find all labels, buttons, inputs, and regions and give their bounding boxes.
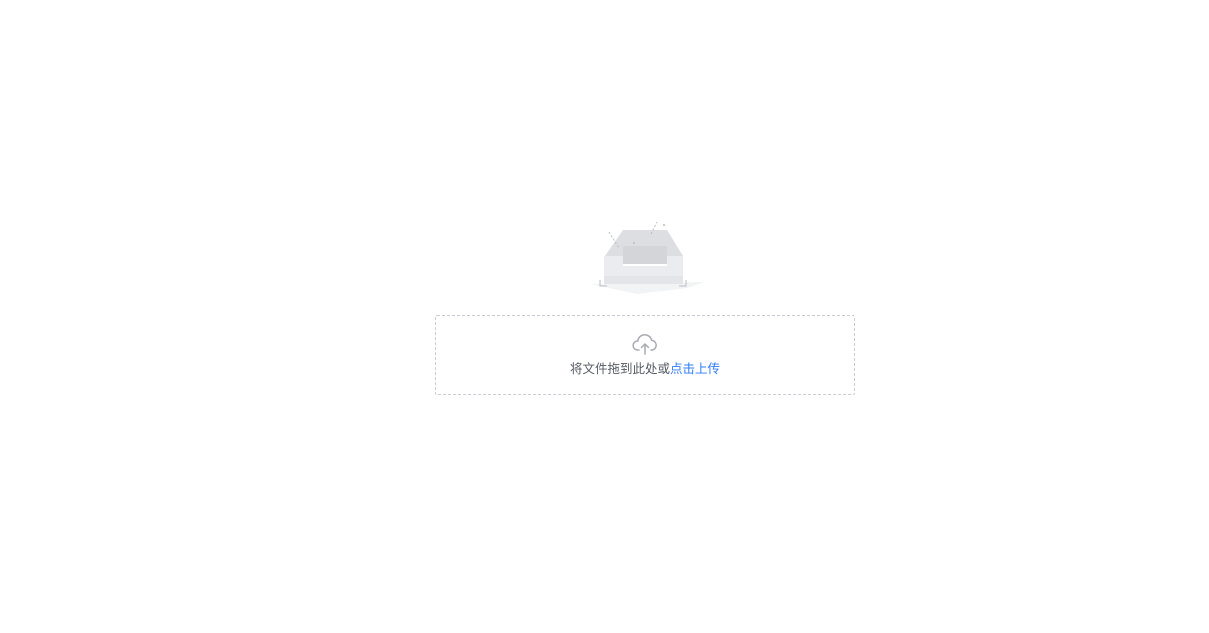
empty-inbox-icon	[590, 221, 705, 294]
upload-prompt-text: 将文件拖到此处或	[569, 361, 670, 376]
cloud-upload-icon	[632, 333, 657, 355]
click-upload-link[interactable]: 点击上传	[670, 361, 720, 376]
upload-prompt: 将文件拖到此处或点击上传	[436, 360, 854, 378]
upload-dropzone[interactable]: 将文件拖到此处或点击上传	[435, 315, 855, 395]
page: 将文件拖到此处或点击上传	[0, 0, 1209, 633]
